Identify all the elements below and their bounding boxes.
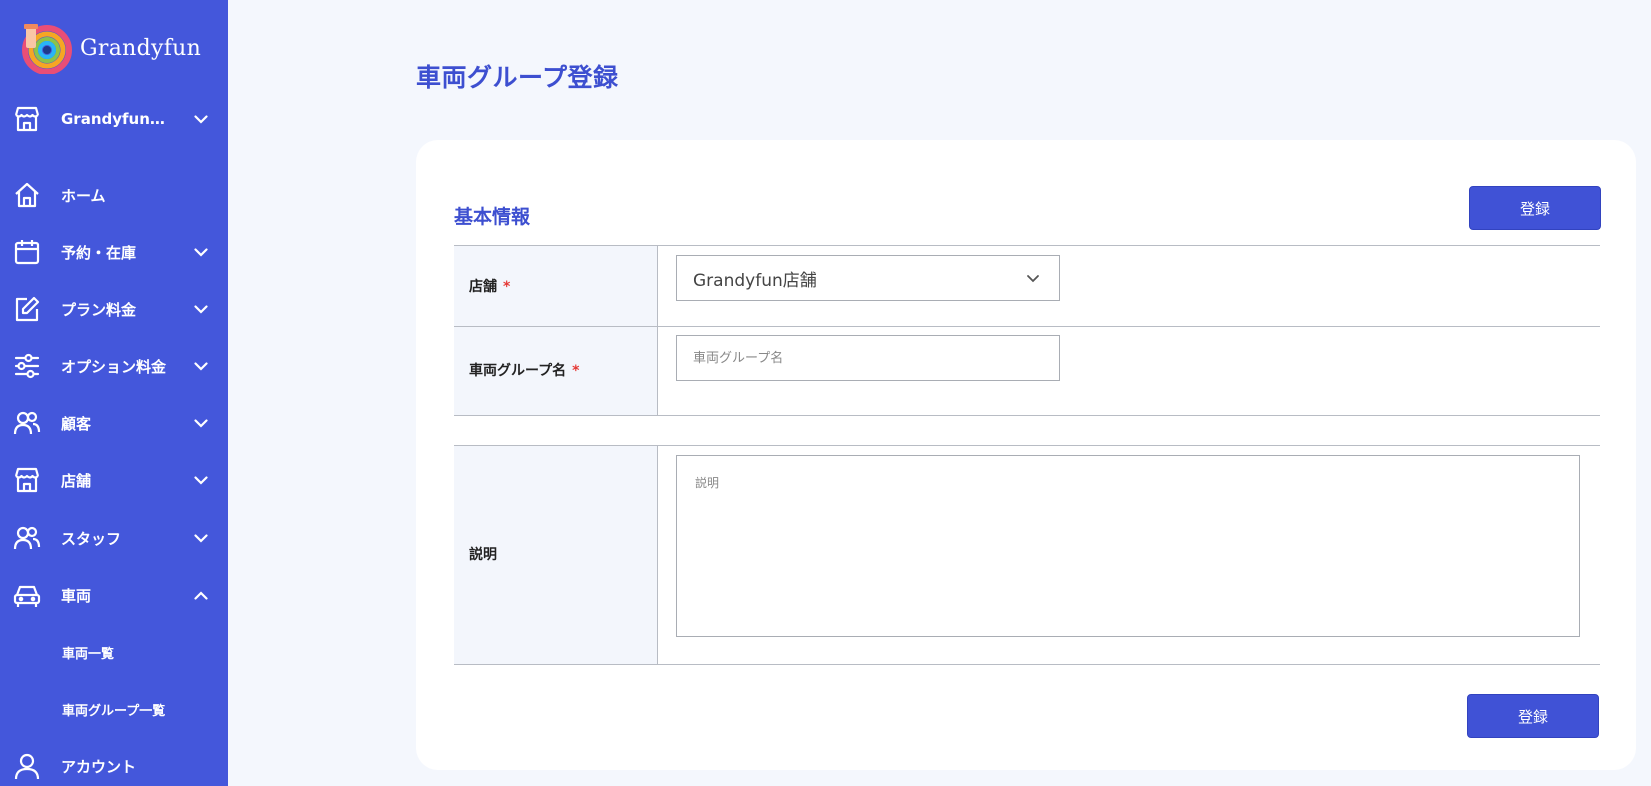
sidebar-item-staff[interactable]: スタッフ: [0, 516, 228, 560]
sidebar-item-option-pricing[interactable]: オプション料金: [0, 344, 228, 388]
sidebar-subitem-label: 車両グループ一覧: [62, 703, 166, 719]
sidebar-item-home[interactable]: ホーム: [0, 173, 228, 217]
chevron-down-icon: [192, 471, 210, 489]
sidebar-item-stores[interactable]: 店舗: [0, 458, 228, 502]
register-button-bottom[interactable]: 登録: [1467, 694, 1599, 738]
users-icon: [12, 523, 42, 553]
store-select[interactable]: Grandyfun店舗: [676, 255, 1060, 301]
sidebar-item-reservation[interactable]: 予約・在庫: [0, 230, 228, 274]
sidebar-item-vehicles[interactable]: 車両: [0, 573, 228, 617]
store-select-value: Grandyfun店舗: [693, 270, 817, 291]
required-mark: *: [503, 279, 511, 295]
form-row-label: 車両グループ名 *: [454, 327, 658, 415]
sidebar-item-label: 車両: [61, 586, 92, 605]
sidebar-subitem-vehicle-list[interactable]: 車両一覧: [0, 632, 228, 672]
sidebar-item-label: スタッフ: [61, 529, 122, 548]
brand-name: Grandyfun: [80, 35, 202, 61]
form-row-store: 店舗 * Grandyfun店舗: [454, 245, 1600, 326]
form-row-description: 説明: [454, 445, 1600, 665]
calendar-icon: [12, 237, 42, 267]
store-icon: [12, 465, 42, 495]
store-field-label: 店舗 *: [469, 279, 511, 295]
chevron-down-icon: [192, 357, 210, 375]
sidebar-item-account[interactable]: アカウント: [0, 744, 228, 786]
chevron-down-icon: [192, 243, 210, 261]
sidebar-item-label: プラン料金: [61, 300, 137, 319]
sidebar-subitem-vehicle-group-list[interactable]: 車両グループ一覧: [0, 689, 228, 729]
sliders-icon: [12, 351, 42, 381]
edit-icon: [12, 294, 42, 324]
sidebar: Grandyfun Grandyfun… ホーム 予約・在庫 プラン料金 オプシ…: [0, 0, 228, 786]
form-row-label: 店舗 *: [454, 246, 658, 326]
store-selector[interactable]: Grandyfun…: [0, 97, 228, 141]
store-selector-label: Grandyfun…: [61, 110, 165, 128]
sidebar-item-label: オプション料金: [61, 357, 167, 376]
group-name-field-label: 車両グループ名 *: [469, 363, 580, 379]
chevron-down-icon: [1025, 270, 1041, 286]
form-row-group-name: 車両グループ名 *: [454, 326, 1600, 415]
sidebar-item-label: 顧客: [61, 414, 92, 433]
sidebar-item-plan-pricing[interactable]: プラン料金: [0, 287, 228, 331]
store-icon: [12, 104, 42, 134]
sidebar-item-label: 店舗: [61, 471, 92, 490]
chevron-up-icon: [192, 586, 210, 604]
sidebar-item-label: ホーム: [61, 186, 106, 205]
brand-logo[interactable]: Grandyfun: [20, 20, 201, 76]
description-textarea[interactable]: [676, 455, 1580, 637]
users-icon: [12, 408, 42, 438]
user-icon: [12, 751, 42, 781]
group-name-input[interactable]: [676, 335, 1060, 381]
row-divider: [454, 415, 1600, 416]
form-row-label: 説明: [454, 446, 658, 664]
sidebar-item-customers[interactable]: 顧客: [0, 401, 228, 445]
description-field-label: 説明: [469, 547, 497, 563]
required-mark: *: [572, 363, 580, 379]
chevron-down-icon: [192, 300, 210, 318]
section-title: 基本情報: [454, 206, 531, 228]
logo-mark-icon: [20, 22, 72, 75]
home-icon: [12, 180, 42, 210]
chevron-down-icon: [192, 529, 210, 547]
chevron-down-icon: [192, 414, 210, 432]
car-icon: [12, 580, 42, 610]
register-button-top[interactable]: 登録: [1469, 186, 1601, 230]
chevron-down-icon: [192, 110, 210, 128]
sidebar-item-label: アカウント: [61, 757, 137, 776]
page-title: 車両グループ登録: [416, 63, 619, 92]
sidebar-item-label: 予約・在庫: [61, 243, 137, 262]
sidebar-subitem-label: 車両一覧: [62, 646, 115, 662]
